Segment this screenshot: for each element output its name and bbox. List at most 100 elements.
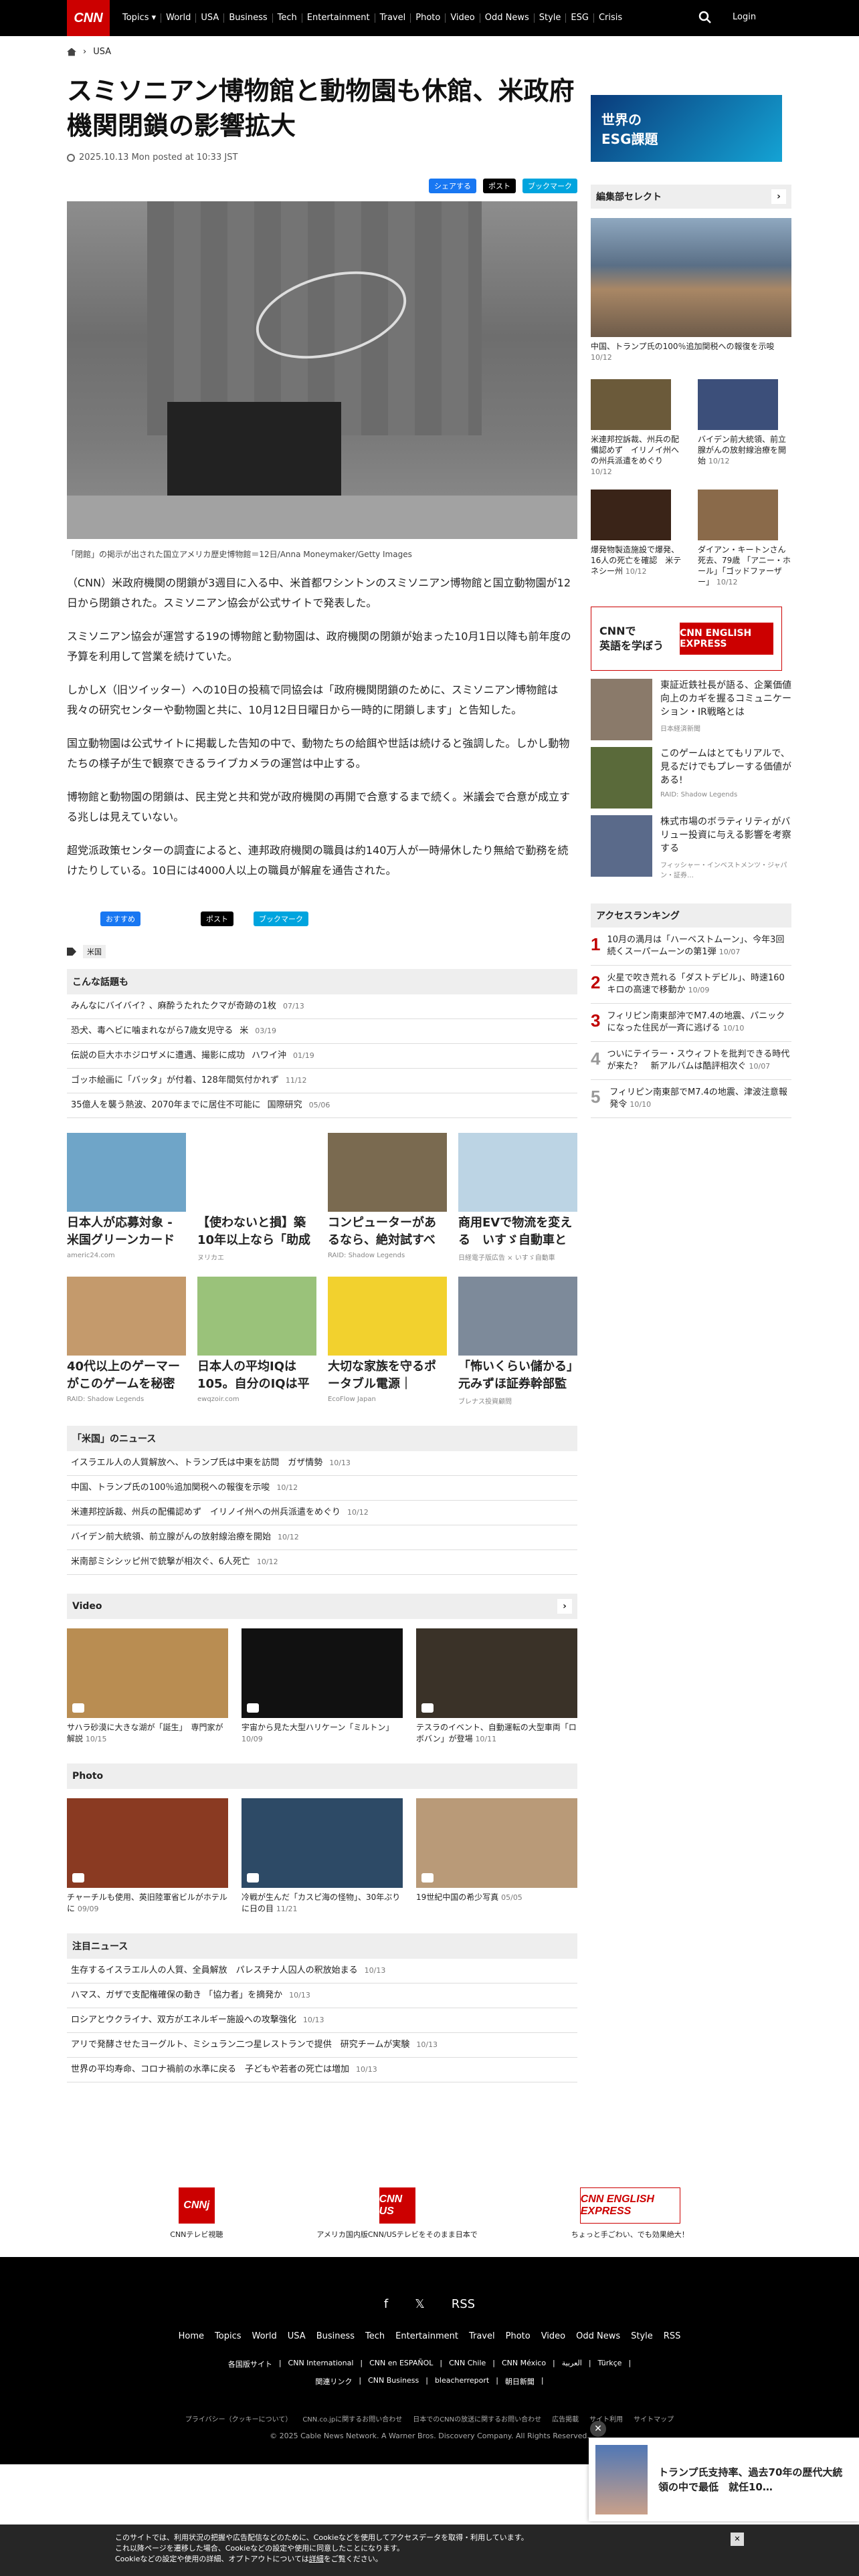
thumb-card[interactable]: 19世紀中国の希少写真 05/05 <box>416 1798 577 1915</box>
video-more-arrow-icon[interactable]: › <box>557 1599 572 1614</box>
nav-item[interactable]: Odd News <box>480 13 535 23</box>
footer-nav-item[interactable]: USA <box>288 2331 306 2341</box>
footer-link[interactable]: 各国版サイト <box>228 2359 272 2369</box>
esg-banner[interactable]: 世界の ESG課題 <box>591 95 782 162</box>
facebook-icon[interactable]: f <box>384 2297 388 2311</box>
select-card[interactable]: 爆発物製造施設で爆発、16人の死亡を確認 米テネシー州 10/12 <box>591 490 684 588</box>
ad-card[interactable]: 商用EVで物流を変える いすゞ自動車と久留米運送によ… 日経電子版広告 × いすゞ… <box>458 1133 577 1262</box>
thumb-card[interactable]: サハラ砂漠に大きな湖が「誕生」 専門家が解説 10/15 <box>67 1628 228 1745</box>
service-link[interactable]: CNN US アメリカ国内版CNN/USテレビをそのまま日本で <box>316 2187 478 2240</box>
footer-nav-item[interactable]: RSS <box>664 2331 681 2341</box>
footer-link[interactable]: Türkçe <box>598 2359 622 2369</box>
nav-item[interactable]: Crisis <box>594 13 627 23</box>
hatena-bookmark-button-bottom[interactable]: ブックマーク <box>254 911 308 926</box>
footer-link[interactable]: サイトマップ <box>634 2413 674 2424</box>
thumb-card[interactable]: 冷戦が生んだ「カスピ海の怪物」、30年ぶりに日の目 11/21 <box>242 1798 403 1915</box>
footer-link[interactable]: CNN International <box>288 2359 354 2369</box>
footer-nav-item[interactable]: Business <box>316 2331 355 2341</box>
list-item[interactable]: イスラエル人の人質解放へ、トランプ氏は中東を訪問 ガザ情勢 10/13 <box>67 1451 577 1476</box>
list-item[interactable]: 恐犬、毒ヘビに噛まれながら7歳女児守る米 03/19 <box>67 1019 577 1044</box>
ad-card[interactable]: 日本人が応募対象 - 米国グリーンカード抽選 americ24.com <box>67 1133 186 1262</box>
rss-icon[interactable]: RSS <box>452 2297 475 2311</box>
footer-link[interactable]: CNN México <box>502 2359 546 2369</box>
list-item[interactable]: ゴッホ絵画に「バッタ」が付着、128年間気付かれず 11/12 <box>67 1069 577 1093</box>
list-item[interactable]: バイデン前大統領、前立腺がんの放射線治療を開始 10/12 <box>67 1525 577 1550</box>
ad-card[interactable]: コンピューターがあるなら、絶対試すべきゲーム RAID: Shadow Legen… <box>328 1133 447 1262</box>
list-item[interactable]: ハマス、ガザで支配権確保の動き 「協力者」を摘発か 10/13 <box>67 1983 577 2008</box>
x-post-button[interactable]: ポスト <box>483 179 516 193</box>
footer-nav-item[interactable]: World <box>252 2331 277 2341</box>
select-arrow-icon[interactable]: › <box>771 189 786 204</box>
nav-item[interactable]: Video <box>446 13 480 23</box>
breadcrumb-section[interactable]: USA <box>93 47 111 57</box>
facebook-recommend-button[interactable]: おすすめ <box>100 911 140 926</box>
ranking-item[interactable]: 2 火星で吹き荒れる「ダストデビル」、時速160キロの高速で移動か 10/09 <box>591 966 791 1004</box>
list-item[interactable]: ロシアとウクライナ、双方がエネルギー施設への攻撃強化 10/13 <box>67 2008 577 2033</box>
footer-link[interactable]: CNN Business <box>368 2376 419 2387</box>
select-card[interactable]: 米連邦控訴裁、州兵の配備認めず イリノイ州への州兵派遣をめぐり 10/12 <box>591 379 684 477</box>
nav-item[interactable]: Business <box>224 13 273 23</box>
footer-nav-item[interactable]: Topics <box>215 2331 241 2341</box>
list-item[interactable]: 米南部ミシシッピ州で銃撃が相次ぐ、6人死亡 10/12 <box>67 1550 577 1575</box>
select-main-story[interactable]: 中国、トランプ氏の100％追加関税への報復を示唆 10/12 <box>591 341 791 363</box>
list-item[interactable]: 中国、トランプ氏の100％追加関税への報復を示唆 10/12 <box>67 1476 577 1501</box>
footer-nav-item[interactable]: Style <box>631 2331 653 2341</box>
nav-item[interactable]: World <box>161 13 197 23</box>
thumb-card[interactable]: チャーチルも使用、英旧陸軍省ビルがホテルに 09/09 <box>67 1798 228 1915</box>
cookie-close-button[interactable]: ✕ <box>731 2533 744 2546</box>
footer-nav-item[interactable]: Home <box>179 2331 204 2341</box>
footer-nav-item[interactable]: Travel <box>469 2331 495 2341</box>
x-post-button-bottom[interactable]: ポスト <box>201 911 233 926</box>
nav-item[interactable]: USA <box>196 13 225 23</box>
facebook-share-button[interactable]: シェアする <box>429 179 476 193</box>
list-item[interactable]: みんなにバイバイ？、麻酔うたれたクマが奇跡の1枚 07/13 <box>67 994 577 1019</box>
footer-link[interactable]: プライバシー（クッキーについて） <box>185 2413 292 2424</box>
footer-link[interactable]: bleacherreport <box>435 2376 489 2387</box>
service-link[interactable]: CNNj CNNテレビ視聴 <box>170 2187 223 2240</box>
list-item[interactable]: 生存するイスラエル人の人質、全員解放 パレスチナ人囚人の釈放始まる 10/13 <box>67 1959 577 1983</box>
cookie-detail-link[interactable]: 詳細 <box>309 2555 324 2563</box>
ranking-item[interactable]: 3 フィリピン南東部沖でM7.4の地震、パニックになった住民が一斉に逃げる 10/… <box>591 1004 791 1042</box>
footer-link[interactable]: CNN.co.jpに関するお問い合わせ <box>302 2413 402 2424</box>
news-toast[interactable]: トランプ氏支持率、過去70年の歴代大統領の中で最低 就任10… <box>589 2438 859 2521</box>
service-link[interactable]: CNN ENGLISH EXPRESS ちょっと手ごわい、でも効果絶大！ <box>571 2187 689 2240</box>
list-item[interactable]: 世界の平均寿命、コロナ禍前の水準に戻る 子どもや若者の死亡は増加 10/13 <box>67 2058 577 2082</box>
english-express-banner[interactable]: CNNで 英語を学ぼう CNN ENGLISH EXPRESS <box>591 607 782 671</box>
footer-link[interactable]: 関連リンク <box>315 2376 352 2387</box>
ranking-item[interactable]: 5 フィリピン南東部でM7.4の地震、津波注意報発令 10/10 <box>591 1080 791 1118</box>
ranking-item[interactable]: 1 10月の満月は「ハーベストムーン」、今年3回続くスーパームーンの第1弾 10/… <box>591 928 791 966</box>
list-item[interactable]: 35億人を襲う熱波、2070年までに居住不可能に 国際研究 05/06 <box>67 1093 577 1118</box>
nav-item[interactable]: Travel <box>375 13 411 23</box>
list-item[interactable]: 伝説の巨大ホホジロザメに遭遇、撮影に成功 ハワイ沖 01/19 <box>67 1044 577 1069</box>
sponsored-item[interactable]: 東証近鉄社長が語る、企業価値向上のカギを握るコミュニケーション・IR戦略とは 日本… <box>591 679 791 740</box>
footer-nav-item[interactable]: Odd News <box>576 2331 620 2341</box>
list-item[interactable]: アリで発酵させたヨーグルト、ミシュラン二つ星レストランで提供 研究チームが実験 1… <box>67 2033 577 2058</box>
select-main-image[interactable] <box>591 218 791 337</box>
home-icon[interactable] <box>67 47 76 56</box>
ad-card[interactable]: 日本人の平均IQは105。自分のIQは平均以上だと思い… ewqzoir.com <box>197 1277 316 1406</box>
footer-link[interactable]: العربية <box>562 2359 582 2369</box>
footer-nav-item[interactable]: Tech <box>365 2331 385 2341</box>
footer-link[interactable]: 広告掲載 <box>552 2413 579 2424</box>
sponsored-item[interactable]: このゲームはとてもリアルで、見るだけでもプレーする価値がある! RAID: Sha… <box>591 747 791 809</box>
nav-item[interactable]: Entertainment <box>302 13 375 23</box>
thumb-card[interactable]: 宇宙から見た大型ハリケーン「ミルトン」 10/09 <box>242 1628 403 1745</box>
ad-card[interactable]: 大切な家族を守るポータブル電源｜EcoFlow EcoFlow Japan <box>328 1277 447 1406</box>
list-item[interactable]: 米連邦控訴裁、州兵の配備認めず イリノイ州への州兵派遣をめぐり 10/12 <box>67 1501 577 1525</box>
footer-link[interactable]: 日本でのCNNの放送に関するお問い合わせ <box>413 2413 541 2424</box>
toast-close-button[interactable]: ✕ <box>590 2421 606 2437</box>
nav-item[interactable]: Photo <box>411 13 446 23</box>
footer-link[interactable]: CNN en ESPAÑOL <box>369 2359 433 2369</box>
footer-nav-item[interactable]: Photo <box>506 2331 531 2341</box>
footer-link[interactable]: CNN Chile <box>449 2359 486 2369</box>
nav-item[interactable]: Tech <box>273 13 302 23</box>
sponsored-item[interactable]: 株式市場のボラティリティがバリュー投資に与える影響を考察する フィッシャー・インベ… <box>591 815 791 879</box>
hatena-bookmark-button[interactable]: ブックマーク <box>522 179 577 193</box>
footer-nav-item[interactable]: Video <box>541 2331 565 2341</box>
ad-card[interactable]: 40代以上のゲーマーがこのゲームを秘密にしている理由… RAID: Shadow … <box>67 1277 186 1406</box>
ad-card[interactable]: 【使わないと損】築10年以上なら「助成金を使って外壁塗… ヌリカエ <box>197 1133 316 1262</box>
thumb-card[interactable]: テスラのイベント、自動運転の大型車両「ロボバン」が登場 10/11 <box>416 1628 577 1745</box>
nav-item[interactable]: ESG <box>566 13 594 23</box>
cnn-logo[interactable]: CNN <box>67 0 110 36</box>
select-card[interactable]: ダイアン・キートンさん死去、79歳 「アニー・ホール」「ゴッドファーザー」 10… <box>698 490 791 588</box>
